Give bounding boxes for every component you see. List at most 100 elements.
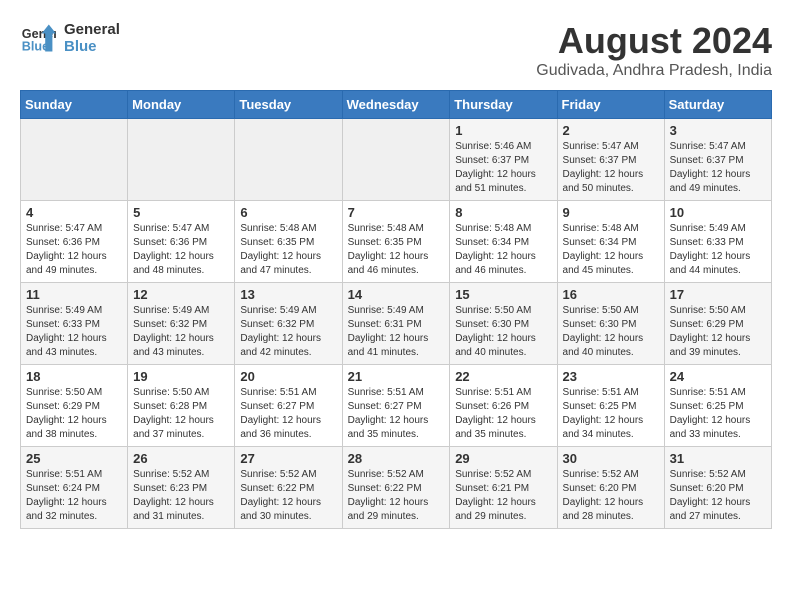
calendar-cell: 18Sunrise: 5:50 AM Sunset: 6:29 PM Dayli… <box>21 365 128 447</box>
day-info: Sunrise: 5:50 AM Sunset: 6:29 PM Dayligh… <box>26 386 122 442</box>
day-number: 9 <box>563 205 659 220</box>
calendar-cell: 23Sunrise: 5:51 AM Sunset: 6:25 PM Dayli… <box>557 365 664 447</box>
calendar-cell <box>342 119 450 201</box>
day-number: 13 <box>240 287 336 302</box>
day-number: 7 <box>348 205 445 220</box>
day-info: Sunrise: 5:47 AM Sunset: 6:37 PM Dayligh… <box>563 140 659 196</box>
weekday-header: Thursday <box>450 91 557 119</box>
day-number: 10 <box>670 205 766 220</box>
calendar-week-row: 18Sunrise: 5:50 AM Sunset: 6:29 PM Dayli… <box>21 365 772 447</box>
title-block: August 2024 Gudivada, Andhra Pradesh, In… <box>536 20 772 80</box>
calendar-cell: 31 Sunrise: 5:52 AM Sunset: 6:20 PM Dayli… <box>664 447 771 529</box>
calendar-cell: 15 Sunrise: 5:50 AM Sunset: 6:30 PM Dayli… <box>450 283 557 365</box>
calendar-cell: 3 Sunrise: 5:47 AM Sunset: 6:37 PM Daylig… <box>664 119 771 201</box>
page-header: General Blue General Blue August 2024 Gu… <box>20 20 772 80</box>
day-info: Sunrise: 5:47 AM Sunset: 6:36 PM Dayligh… <box>26 222 122 278</box>
day-info: Sunrise: 5:49 AM Sunset: 6:32 PM Dayligh… <box>240 304 336 360</box>
logo: General Blue General Blue <box>20 20 120 56</box>
day-number: 21 <box>348 369 445 384</box>
day-info: Sunrise: 5:49 AM Sunset: 6:33 PM Dayligh… <box>670 222 766 278</box>
day-info: Sunrise: 5:51 AM Sunset: 6:25 PM Dayligh… <box>563 386 659 442</box>
day-info: Sunrise: 5:51 AM Sunset: 6:27 PM Dayligh… <box>348 386 445 442</box>
calendar-cell: 11 Sunrise: 5:49 AM Sunset: 6:33 PM Dayli… <box>21 283 128 365</box>
calendar-cell: 14Sunrise: 5:49 AM Sunset: 6:31 PM Dayli… <box>342 283 450 365</box>
day-info: Sunrise: 5:48 AM Sunset: 6:35 PM Dayligh… <box>348 222 445 278</box>
calendar-cell: 27 Sunrise: 5:52 AM Sunset: 6:22 PM Dayli… <box>235 447 342 529</box>
calendar-week-row: 11 Sunrise: 5:49 AM Sunset: 6:33 PM Dayli… <box>21 283 772 365</box>
day-info: Sunrise: 5:47 AM Sunset: 6:36 PM Dayligh… <box>133 222 229 278</box>
day-info: Sunrise: 5:52 AM Sunset: 6:22 PM Dayligh… <box>240 468 336 524</box>
day-number: 26 <box>133 451 229 466</box>
day-number: 31 <box>670 451 766 466</box>
day-number: 25 <box>26 451 122 466</box>
day-info: Sunrise: 5:48 AM Sunset: 6:34 PM Dayligh… <box>563 222 659 278</box>
calendar-cell: 6Sunrise: 5:48 AM Sunset: 6:35 PM Daylig… <box>235 201 342 283</box>
calendar-week-row: 1Sunrise: 5:46 AM Sunset: 6:37 PM Daylig… <box>21 119 772 201</box>
calendar-cell: 16 Sunrise: 5:50 AM Sunset: 6:30 PM Dayli… <box>557 283 664 365</box>
day-info: Sunrise: 5:47 AM Sunset: 6:37 PM Dayligh… <box>670 140 766 196</box>
day-info: Sunrise: 5:51 AM Sunset: 6:25 PM Dayligh… <box>670 386 766 442</box>
calendar-week-row: 25 Sunrise: 5:51 AM Sunset: 6:24 PM Dayli… <box>21 447 772 529</box>
day-info: Sunrise: 5:51 AM Sunset: 6:24 PM Dayligh… <box>26 468 122 524</box>
weekday-header: Tuesday <box>235 91 342 119</box>
calendar-cell: 5 Sunrise: 5:47 AM Sunset: 6:36 PM Daylig… <box>128 201 235 283</box>
logo-text-line1: General <box>64 21 120 38</box>
calendar-cell: 7 Sunrise: 5:48 AM Sunset: 6:35 PM Daylig… <box>342 201 450 283</box>
calendar-cell: 26 Sunrise: 5:52 AM Sunset: 6:23 PM Dayli… <box>128 447 235 529</box>
day-number: 16 <box>563 287 659 302</box>
day-number: 28 <box>348 451 445 466</box>
day-number: 11 <box>26 287 122 302</box>
day-number: 6 <box>240 205 336 220</box>
weekday-header: Monday <box>128 91 235 119</box>
weekday-header: Sunday <box>21 91 128 119</box>
day-number: 3 <box>670 123 766 138</box>
day-info: Sunrise: 5:52 AM Sunset: 6:22 PM Dayligh… <box>348 468 445 524</box>
main-title: August 2024 <box>536 20 772 62</box>
day-number: 2 <box>563 123 659 138</box>
day-info: Sunrise: 5:52 AM Sunset: 6:20 PM Dayligh… <box>563 468 659 524</box>
day-info: Sunrise: 5:51 AM Sunset: 6:27 PM Dayligh… <box>240 386 336 442</box>
weekday-header: Wednesday <box>342 91 450 119</box>
day-info: Sunrise: 5:50 AM Sunset: 6:30 PM Dayligh… <box>563 304 659 360</box>
day-info: Sunrise: 5:49 AM Sunset: 6:32 PM Dayligh… <box>133 304 229 360</box>
day-number: 24 <box>670 369 766 384</box>
calendar-cell: 24 Sunrise: 5:51 AM Sunset: 6:25 PM Dayli… <box>664 365 771 447</box>
day-number: 15 <box>455 287 551 302</box>
day-number: 29 <box>455 451 551 466</box>
day-info: Sunrise: 5:50 AM Sunset: 6:30 PM Dayligh… <box>455 304 551 360</box>
logo-text-line2: Blue <box>64 38 120 55</box>
logo-icon: General Blue <box>20 20 56 56</box>
calendar-header: SundayMondayTuesdayWednesdayThursdayFrid… <box>21 91 772 119</box>
day-number: 17 <box>670 287 766 302</box>
day-info: Sunrise: 5:50 AM Sunset: 6:28 PM Dayligh… <box>133 386 229 442</box>
day-info: Sunrise: 5:49 AM Sunset: 6:33 PM Dayligh… <box>26 304 122 360</box>
calendar-cell: 29 Sunrise: 5:52 AM Sunset: 6:21 PM Dayli… <box>450 447 557 529</box>
calendar-cell: 21 Sunrise: 5:51 AM Sunset: 6:27 PM Dayli… <box>342 365 450 447</box>
day-info: Sunrise: 5:52 AM Sunset: 6:23 PM Dayligh… <box>133 468 229 524</box>
day-info: Sunrise: 5:48 AM Sunset: 6:34 PM Dayligh… <box>455 222 551 278</box>
calendar-cell: 17 Sunrise: 5:50 AM Sunset: 6:29 PM Dayli… <box>664 283 771 365</box>
day-number: 30 <box>563 451 659 466</box>
calendar-cell: 30 Sunrise: 5:52 AM Sunset: 6:20 PM Dayli… <box>557 447 664 529</box>
day-number: 5 <box>133 205 229 220</box>
subtitle: Gudivada, Andhra Pradesh, India <box>536 62 772 80</box>
day-info: Sunrise: 5:49 AM Sunset: 6:31 PM Dayligh… <box>348 304 445 360</box>
calendar-cell: 25 Sunrise: 5:51 AM Sunset: 6:24 PM Dayli… <box>21 447 128 529</box>
calendar-cell: 4Sunrise: 5:47 AM Sunset: 6:36 PM Daylig… <box>21 201 128 283</box>
calendar-table: SundayMondayTuesdayWednesdayThursdayFrid… <box>20 90 772 529</box>
calendar-cell: 19 Sunrise: 5:50 AM Sunset: 6:28 PM Dayli… <box>128 365 235 447</box>
calendar-cell <box>128 119 235 201</box>
weekday-header: Saturday <box>664 91 771 119</box>
calendar-week-row: 4Sunrise: 5:47 AM Sunset: 6:36 PM Daylig… <box>21 201 772 283</box>
calendar-cell: 13 Sunrise: 5:49 AM Sunset: 6:32 PM Dayli… <box>235 283 342 365</box>
day-number: 27 <box>240 451 336 466</box>
day-number: 19 <box>133 369 229 384</box>
day-info: Sunrise: 5:52 AM Sunset: 6:20 PM Dayligh… <box>670 468 766 524</box>
day-number: 12 <box>133 287 229 302</box>
day-info: Sunrise: 5:51 AM Sunset: 6:26 PM Dayligh… <box>455 386 551 442</box>
day-number: 22 <box>455 369 551 384</box>
calendar-cell: 2 Sunrise: 5:47 AM Sunset: 6:37 PM Daylig… <box>557 119 664 201</box>
calendar-cell: 9 Sunrise: 5:48 AM Sunset: 6:34 PM Daylig… <box>557 201 664 283</box>
day-info: Sunrise: 5:52 AM Sunset: 6:21 PM Dayligh… <box>455 468 551 524</box>
day-info: Sunrise: 5:50 AM Sunset: 6:29 PM Dayligh… <box>670 304 766 360</box>
